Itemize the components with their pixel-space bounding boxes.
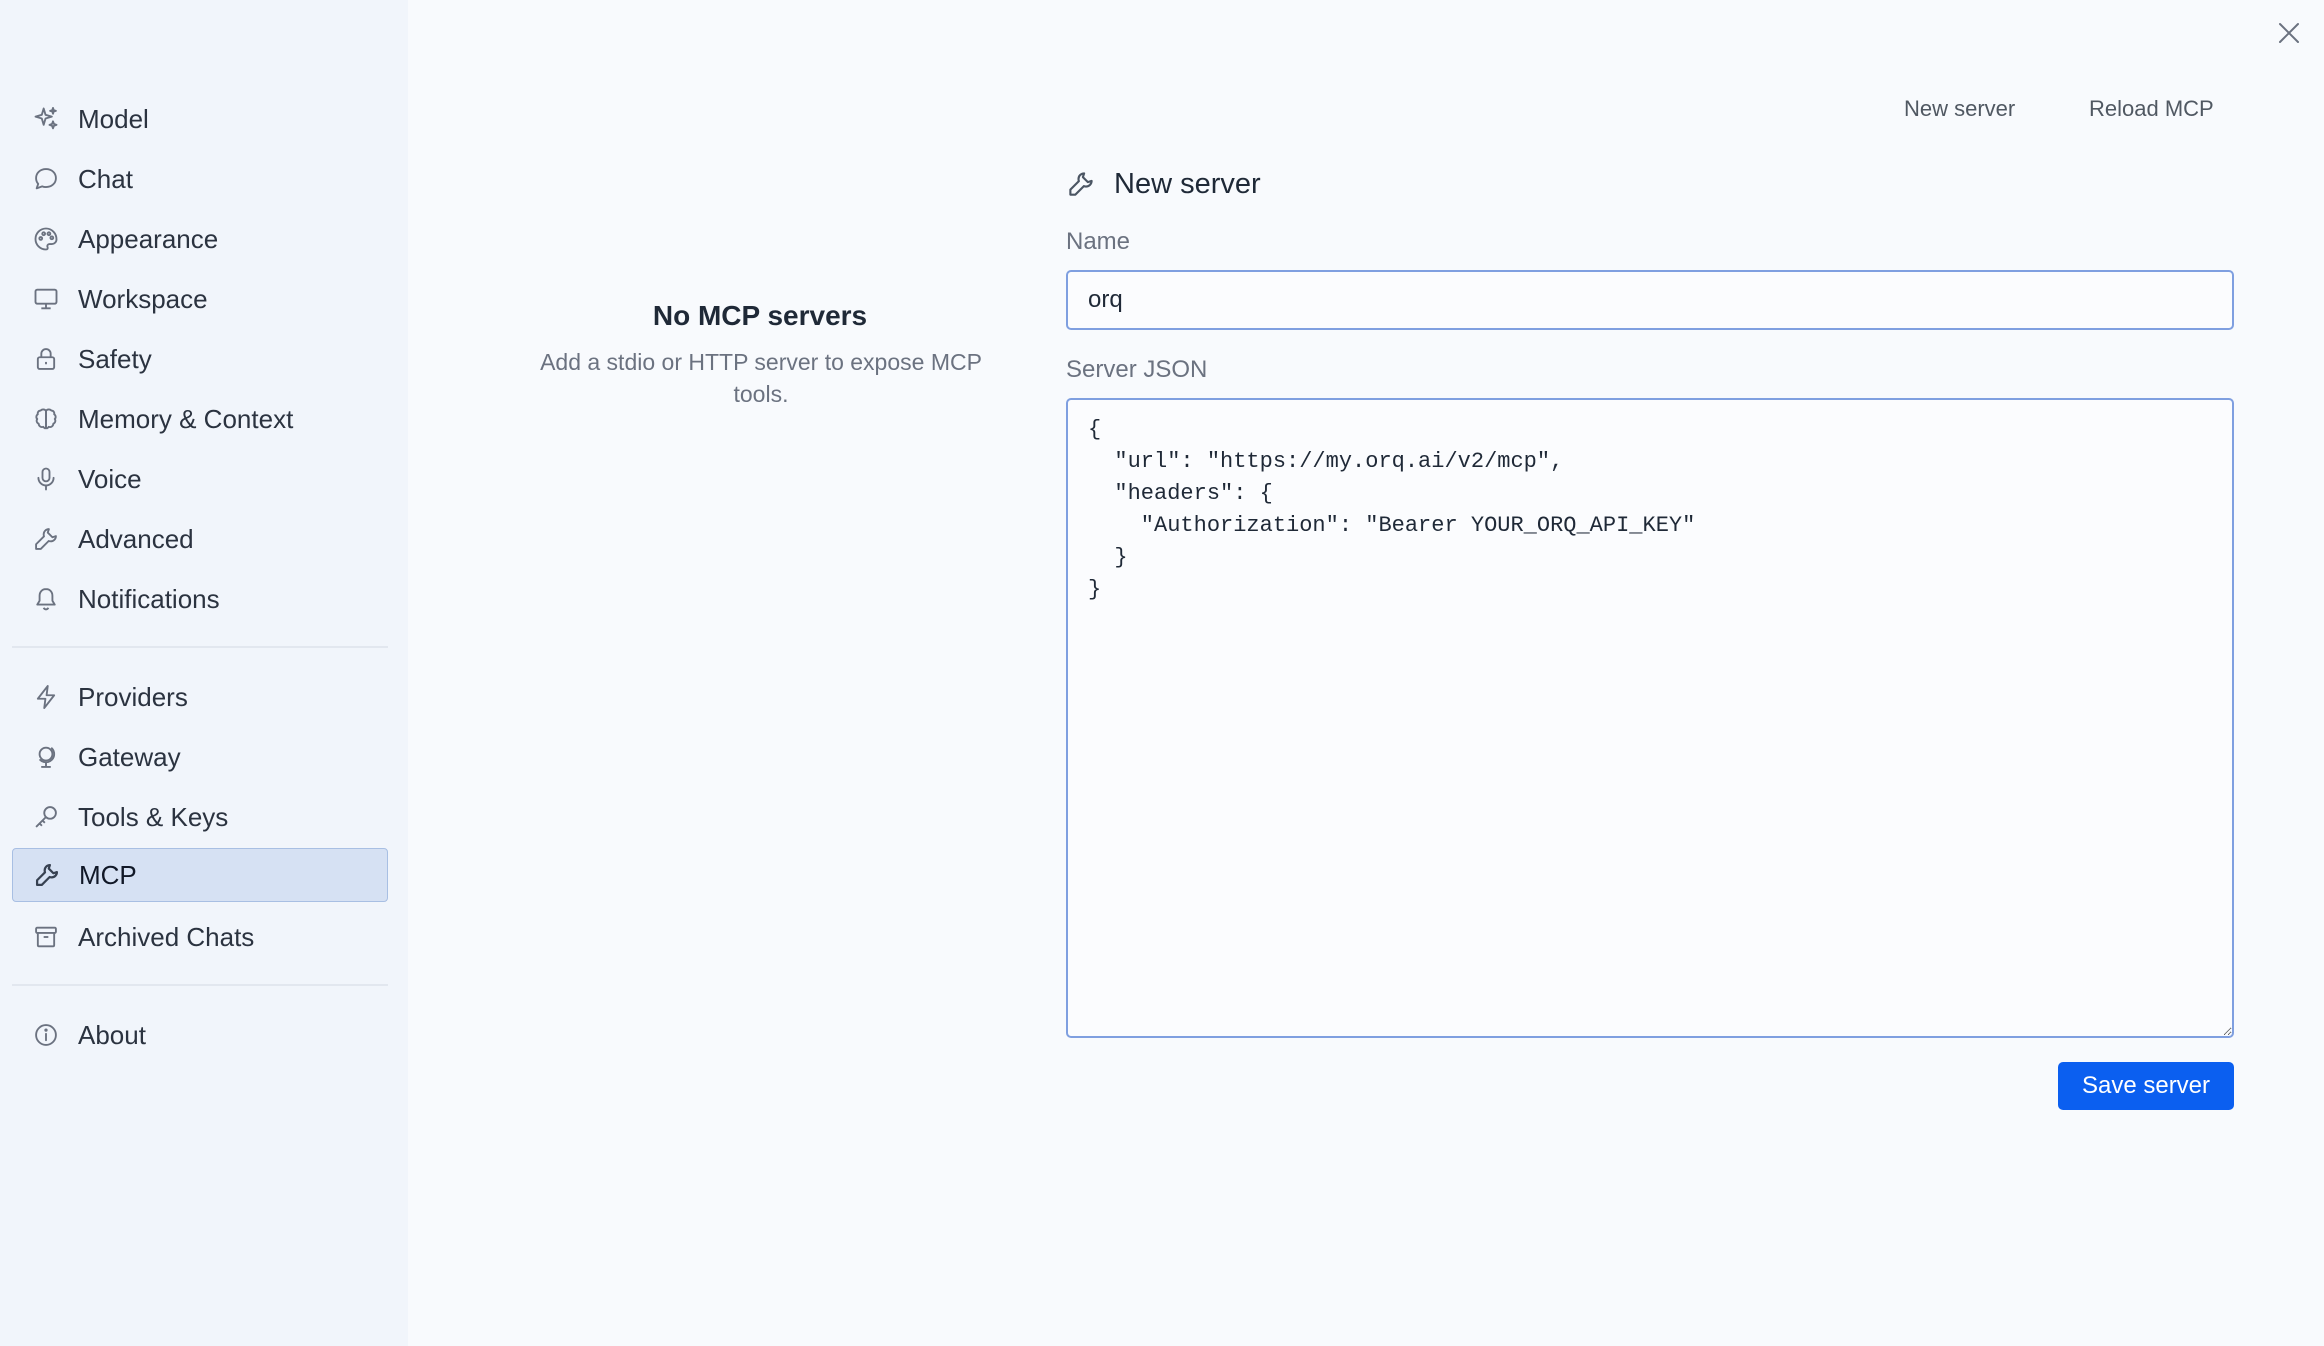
sidebar-item-model[interactable]: Model [12,92,388,146]
sidebar-item-advanced[interactable]: Advanced [12,512,388,566]
close-button[interactable] [2272,16,2306,50]
sidebar-item-label: Notifications [78,583,220,614]
form-title: New server [1114,167,1261,200]
globe-stand-icon [32,743,60,771]
sidebar-item-label: Chat [78,163,133,194]
sidebar-item-about[interactable]: About [12,1008,388,1062]
wrench-icon [1066,169,1096,199]
empty-state-description: Add a stdio or HTTP server to expose MCP… [540,349,982,407]
close-icon [2279,23,2299,43]
sidebar-divider [12,646,388,648]
sparkles-icon [32,105,60,133]
form-header: New server [1066,164,1261,204]
sidebar-item-label: Providers [78,681,188,712]
sidebar-item-voice[interactable]: Voice [12,452,388,506]
server-json-label: Server JSON [1066,356,1208,383]
sidebar-item-label: Gateway [78,741,181,772]
sidebar-item-appearance[interactable]: Appearance [12,212,388,266]
chat-bubble-icon [32,165,60,193]
monitor-icon [32,285,60,313]
save-server-button[interactable]: Save server [2058,1062,2234,1110]
name-input[interactable] [1066,270,2234,330]
sidebar-item-label: MCP [79,859,137,890]
sidebar-item-label: Archived Chats [78,921,255,952]
lock-icon [32,345,60,373]
palette-icon [32,225,60,253]
sidebar-item-label: Voice [78,463,142,494]
name-label: Name [1066,228,1131,255]
sidebar-item-memory-context[interactable]: Memory & Context [12,392,388,446]
sidebar-item-mcp[interactable]: MCP [12,848,388,902]
sidebar-item-workspace[interactable]: Workspace [12,272,388,326]
archive-box-icon [32,923,60,951]
bell-icon [32,585,60,613]
sidebar-item-label: Workspace [78,283,208,314]
settings-sidebar: Model Chat Appearance Workspace Safety M… [0,0,408,1346]
sidebar-item-label: Safety [78,343,152,374]
new-server-button[interactable]: New server [1904,96,2015,122]
sidebar-item-safety[interactable]: Safety [12,332,388,386]
wrench-icon [32,525,60,553]
key-icon [32,803,60,831]
server-json-textarea[interactable]: { "url": "https://my.orq.ai/v2/mcp", "he… [1066,398,2234,1038]
sidebar-item-label: Tools & Keys [78,801,229,832]
lightning-icon [32,683,60,711]
sidebar-item-label: Advanced [78,523,194,554]
sidebar-item-archived-chats[interactable]: Archived Chats [12,910,388,964]
empty-state-title: No MCP servers [652,300,868,331]
microphone-icon [32,465,60,493]
sidebar-item-providers[interactable]: Providers [12,670,388,724]
sidebar-item-gateway[interactable]: Gateway [12,730,388,784]
brain-icon [32,405,60,433]
sidebar-item-tools-keys[interactable]: Tools & Keys [12,790,388,844]
sidebar-item-chat[interactable]: Chat [12,152,388,206]
sidebar-item-label: Appearance [78,223,219,254]
sidebar-item-label: About [78,1019,146,1050]
sidebar-item-label: Model [78,103,149,134]
wrench-icon [33,861,61,889]
reload-mcp-button[interactable]: Reload MCP [2089,96,2214,122]
info-icon [32,1021,60,1049]
sidebar-item-label: Memory & Context [78,403,294,434]
sidebar-item-notifications[interactable]: Notifications [12,572,388,626]
sidebar-divider [12,984,388,986]
